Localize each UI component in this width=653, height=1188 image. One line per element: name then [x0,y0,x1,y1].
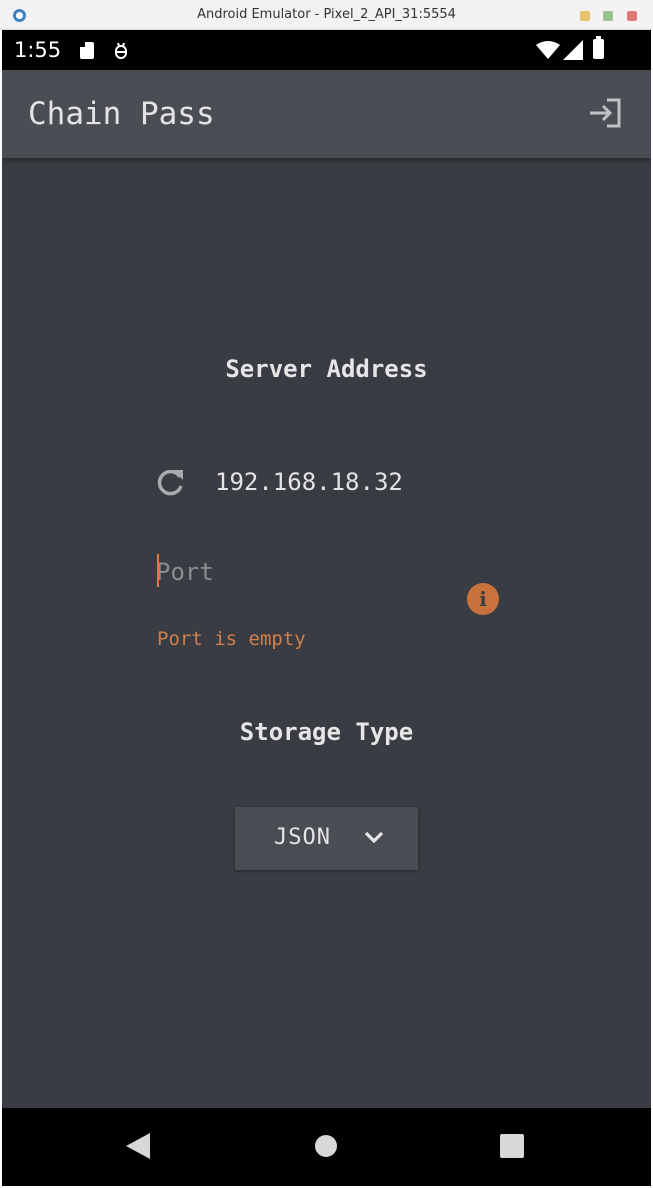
emulator-title-bar: Android Emulator - Pixel_2_API_31:5554 [0,0,653,30]
app-title: Chain Pass [28,96,215,132]
info-icon[interactable]: i [467,583,499,615]
port-input[interactable] [156,553,456,591]
navigation-bar [2,1108,651,1186]
back-icon[interactable] [126,1133,150,1163]
refresh-icon[interactable] [156,467,186,501]
maximize-button[interactable] [603,11,613,21]
sd-card-icon [80,42,94,59]
recents-icon[interactable] [500,1134,524,1158]
emulator-window-title: Android Emulator - Pixel_2_API_31:5554 [197,7,456,22]
server-ip-address: 192.168.18.32 [215,468,403,496]
port-error-message: Port is empty [157,628,306,650]
login-icon[interactable] [588,98,622,132]
storage-type-dropdown[interactable]: JSON [235,807,418,870]
wifi-icon [536,41,560,63]
storage-type-heading: Storage Type [239,718,414,746]
status-time: 1:55 [14,38,62,62]
status-bar: 1:55 [2,30,651,70]
cell-signal-icon [563,40,583,64]
debug-icon [113,42,129,64]
app-bar: Chain Pass [2,70,651,158]
text-cursor [157,554,159,587]
home-icon[interactable] [315,1135,337,1157]
device-screen: 1:55 Chain Pass Server Address 192.168.1… [2,30,651,1186]
storage-type-value: JSON [274,825,331,850]
close-button[interactable] [627,11,637,21]
battery-icon [593,36,604,59]
server-address-heading: Server Address [225,355,428,383]
minimize-button[interactable] [580,11,590,21]
chevron-down-icon [363,829,385,849]
